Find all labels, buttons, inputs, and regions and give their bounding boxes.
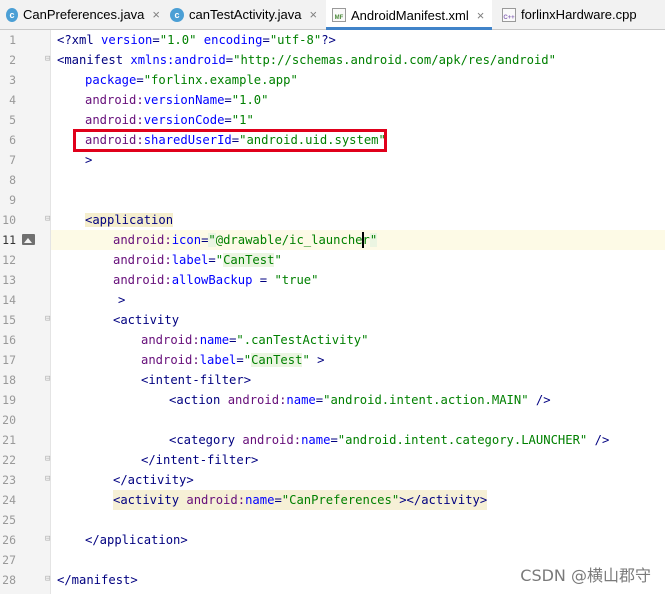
code-line-3: package="forlinx.example.app": [85, 73, 298, 87]
code-line-10: <application: [85, 213, 174, 227]
manifest-file-icon: MF: [332, 8, 346, 22]
tab-cantestactivity-java[interactable]: c canTestActivity.java ×: [164, 0, 322, 29]
line-number: 5: [9, 113, 16, 127]
line-number: 12: [2, 253, 16, 267]
active-tab-indicator: [326, 27, 492, 30]
code-line-24: <activity android:name="CanPreferences">…: [113, 490, 488, 510]
tab-label: canTestActivity.java: [189, 7, 302, 22]
fold-marker-icon[interactable]: ⊟: [45, 314, 50, 324]
code-line-4: android:versionName="1.0": [85, 93, 269, 107]
line-number: 22: [2, 453, 16, 467]
line-number: 25: [2, 513, 16, 527]
text-caret: [362, 232, 364, 248]
code-line-7: >: [85, 153, 93, 167]
line-number: 28: [2, 573, 16, 587]
line-number: 9: [9, 193, 16, 207]
code-line-23: </activity>: [113, 473, 194, 487]
close-icon[interactable]: ×: [309, 7, 317, 22]
fold-marker-icon[interactable]: ⊟: [45, 214, 50, 224]
fold-marker-icon[interactable]: ⊟: [45, 454, 50, 464]
line-number: 20: [2, 413, 16, 427]
cpp-file-icon: C++: [502, 7, 516, 22]
line-number: 4: [9, 93, 16, 107]
code-line-17: android:label="CanTest" >: [141, 353, 325, 367]
line-number: 7: [9, 153, 16, 167]
code-line-11: android:icon="@drawable/ic_launcher": [113, 233, 378, 247]
close-icon[interactable]: ×: [152, 7, 160, 22]
line-number: 27: [2, 553, 16, 567]
line-number: 1: [9, 33, 16, 47]
image-preview-icon[interactable]: [22, 234, 35, 245]
highlight-annotation-box: [73, 129, 387, 152]
fold-marker-icon[interactable]: ⊟: [45, 474, 50, 484]
code-line-16: android:name=".canTestActivity": [141, 333, 369, 347]
line-number: 6: [9, 133, 16, 147]
watermark: CSDN @横山郡守: [520, 566, 651, 585]
line-number: 15: [2, 313, 16, 327]
line-number: 8: [9, 173, 16, 187]
line-number: 24: [2, 493, 16, 507]
line-number: 3: [9, 73, 16, 87]
code-line-1: <?xml version="1.0" encoding="utf-8"?>: [57, 33, 336, 47]
code-line-12: android:label="CanTest": [113, 253, 282, 267]
line-number-gutter: 1 2 3 4 5 6 7 8 9 10 11 12 13 14 15 16 1…: [0, 30, 51, 594]
line-number: 10: [2, 213, 16, 227]
fold-marker-icon[interactable]: ⊟: [45, 374, 50, 384]
line-number: 23: [2, 473, 16, 487]
code-line-28: </manifest>: [57, 573, 138, 587]
tab-androidmanifest-xml[interactable]: MF AndroidManifest.xml ×: [326, 0, 492, 30]
tab-label: CanPreferences.java: [23, 7, 145, 22]
line-number: 21: [2, 433, 16, 447]
tab-canpreferences-java[interactable]: c CanPreferences.java ×: [0, 0, 160, 29]
line-number-current: 11: [2, 233, 16, 247]
line-number: 18: [2, 373, 16, 387]
java-class-icon: c: [170, 7, 184, 22]
code-line-5: android:versionCode="1": [85, 113, 254, 127]
fold-marker-icon[interactable]: ⊟: [45, 534, 50, 544]
line-number: 19: [2, 393, 16, 407]
fold-marker-icon[interactable]: ⊟: [45, 54, 50, 64]
code-line-2: <manifest xmlns:android="http://schemas.…: [57, 53, 556, 67]
editor-tab-bar: c CanPreferences.java × c canTestActivit…: [0, 0, 665, 30]
line-number: 26: [2, 533, 16, 547]
code-line-13: android:allowBackup = "true": [113, 273, 319, 287]
line-number: 14: [2, 293, 16, 307]
code-line-18: <intent-filter>: [141, 373, 252, 387]
code-line-19: <action android:name="android.intent.act…: [169, 393, 551, 407]
line-number: 13: [2, 273, 16, 287]
close-icon[interactable]: ×: [477, 8, 485, 23]
tab-label: AndroidManifest.xml: [351, 7, 469, 23]
code-line-21: <category android:name="android.intent.c…: [169, 433, 610, 447]
tab-label: forlinxHardware.cpp: [521, 7, 637, 22]
java-class-icon: c: [6, 7, 18, 22]
fold-marker-icon[interactable]: ⊟: [45, 574, 50, 584]
tab-forlinxhardware-cpp[interactable]: C++ forlinxHardware.cpp: [496, 0, 665, 29]
code-line-15: <activity: [113, 313, 180, 327]
code-line-26: </application>: [85, 533, 188, 547]
line-number: 2: [9, 53, 16, 67]
code-line-22: </intent-filter>: [141, 453, 259, 467]
code-line-14: >: [118, 293, 126, 307]
line-number: 16: [2, 333, 16, 347]
line-number: 17: [2, 353, 16, 367]
